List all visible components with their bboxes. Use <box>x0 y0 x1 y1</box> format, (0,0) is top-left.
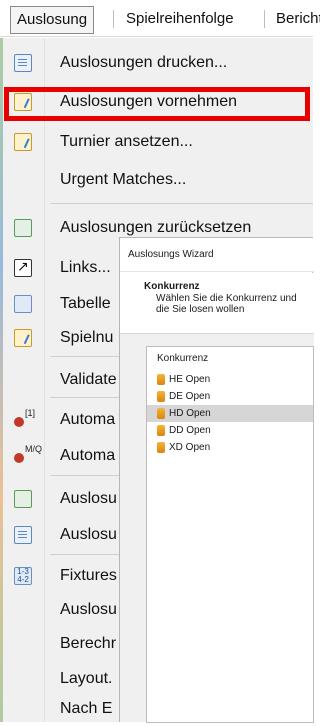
menu-item-label: Fixtures <box>60 567 117 584</box>
wizard-subheading: Wählen Sie die Konkurrenz und die Sie lo… <box>156 293 297 315</box>
menu-berichte[interactable]: Berichte <box>270 6 320 32</box>
database-icon <box>157 442 165 453</box>
event-label: HD Open <box>169 408 211 419</box>
event-label: XD Open <box>169 442 211 453</box>
draw-copy-icon <box>14 526 32 544</box>
table-icon <box>14 295 32 313</box>
event-list-item[interactable]: DD Open <box>147 422 313 439</box>
menu-item-urgent-matches[interactable]: Urgent Matches... <box>0 163 313 197</box>
menu-item-label: Nach E <box>60 700 113 717</box>
menu-divider <box>50 203 313 204</box>
menu-item-label: Auslosu <box>60 601 117 618</box>
auto-seed-icon: [1] <box>14 408 35 429</box>
menu-item-label: Automa <box>60 447 116 464</box>
menu-item-label: Auslosu <box>60 490 117 507</box>
wizard-title: Auslosungs Wizard <box>120 238 314 272</box>
database-icon <box>157 374 165 385</box>
wizard-body: Konkurrenz HE Open DE Open HD Open DD Op… <box>120 333 314 723</box>
menu-item-label: Spielnu <box>60 329 114 346</box>
menu-item-label: Automa <box>60 411 116 428</box>
menu-item-label: Layout. <box>60 670 113 687</box>
event-listbox[interactable]: Konkurrenz HE Open DE Open HD Open DD Op… <box>146 346 314 723</box>
menu-item-label: Turnier ansetzen... <box>60 133 193 150</box>
auto-qualifier-icon: M/Q <box>14 444 42 465</box>
menubar-separator <box>113 10 114 28</box>
auslosungs-wizard-window: Auslosungs Wizard Konkurrenz Wählen Sie … <box>119 237 314 723</box>
draw-add-icon <box>14 490 32 508</box>
event-list-item[interactable]: HE Open <box>147 371 313 388</box>
event-list-item[interactable]: XD Open <box>147 439 313 456</box>
wizard-heading: Konkurrenz <box>144 281 200 292</box>
match-number-icon <box>14 329 32 347</box>
event-list-item[interactable]: DE Open <box>147 388 313 405</box>
menu-item-label: Urgent Matches... <box>60 171 187 188</box>
reset-draws-icon <box>14 219 32 237</box>
menu-item-label: Links... <box>60 259 111 276</box>
listbox-header: Konkurrenz <box>157 353 209 364</box>
menu-item-label: Tabelle <box>60 295 111 312</box>
menubar-separator <box>264 10 265 28</box>
database-icon <box>157 425 165 436</box>
red-highlight-box <box>4 87 310 121</box>
event-label: DE Open <box>169 391 211 402</box>
event-label: DD Open <box>169 425 211 436</box>
fixtures-icon: 1-3 4-2 <box>14 567 32 585</box>
database-icon <box>157 391 165 402</box>
menu-auslosung[interactable]: Auslosung <box>10 6 95 34</box>
menu-item-label: Berechr <box>60 635 117 652</box>
menu-spielreihenfolge[interactable]: Spielreihenfolge <box>120 6 240 32</box>
menu-item-auslosungen-drucken[interactable]: Auslosungen drucken... <box>0 46 313 80</box>
menu-item-turnier-ansetzen[interactable]: Turnier ansetzen... <box>0 125 313 159</box>
event-label: HE Open <box>169 374 211 385</box>
menu-item-label: Auslosu <box>60 526 117 543</box>
menubar: Auslosung Spielreihenfolge Berichte <box>0 0 320 37</box>
schedule-tournament-icon <box>14 133 32 151</box>
database-icon <box>157 408 165 419</box>
menu-item-label: Validate <box>60 371 117 388</box>
document-print-icon <box>14 54 32 72</box>
event-list-item-selected[interactable]: HD Open <box>147 405 313 422</box>
wizard-header: Konkurrenz Wählen Sie die Konkurrenz und… <box>120 273 314 333</box>
link-arrow-icon <box>14 258 32 277</box>
menu-item-label: Auslosungen drucken... <box>60 54 228 71</box>
